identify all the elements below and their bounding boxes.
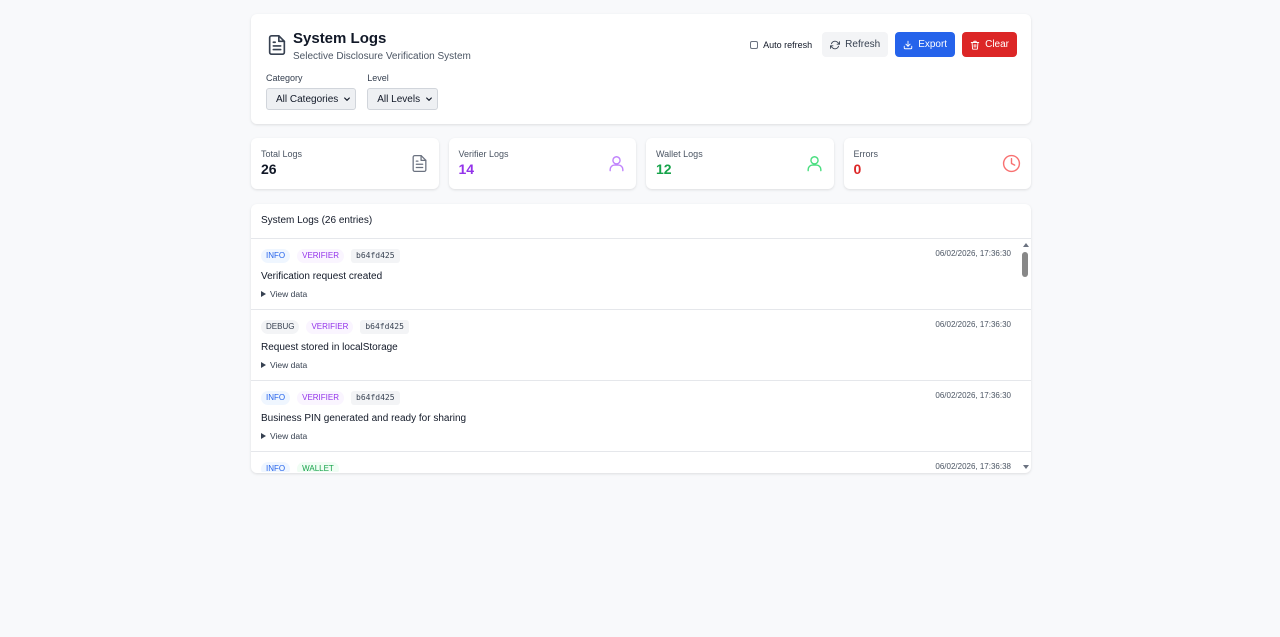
refresh-label: Refresh: [845, 39, 881, 50]
stat-value: 0: [853, 161, 862, 177]
category-badge: VERIFIER: [306, 320, 354, 334]
refresh-button[interactable]: Refresh: [822, 32, 889, 57]
log-message: Request stored in localStorage: [261, 342, 398, 353]
category-select[interactable]: All Categories: [266, 88, 357, 110]
category-badge: WALLET: [297, 462, 339, 472]
stat-total-logs: Total Logs 26: [251, 138, 439, 189]
category-badge: VERIFIER: [297, 249, 345, 263]
stat-label: Wallet Logs: [656, 149, 703, 159]
clear-label: Clear: [985, 39, 1009, 50]
level-badge: INFO: [261, 249, 291, 263]
stat-errors: Errors 0: [843, 138, 1031, 189]
category-badge: VERIFIER: [297, 391, 345, 405]
stat-value: 12: [656, 161, 672, 177]
disclosure-triangle-icon: [261, 433, 266, 439]
log-entry: DEBUG VERIFIER b64fd425 06/02/2026, 17:3…: [251, 310, 1031, 381]
download-icon: [903, 40, 913, 49]
log-list[interactable]: INFO VERIFIER b64fd425 06/02/2026, 17:36…: [251, 239, 1031, 472]
log-list-heading: System Logs (26 entries): [251, 204, 1031, 239]
category-value: All Categories: [276, 93, 339, 105]
log-list-card: System Logs (26 entries) INFO VERIFIER b…: [251, 204, 1031, 473]
level-badge: DEBUG: [261, 320, 300, 334]
view-data-toggle[interactable]: View data: [261, 360, 1011, 370]
stats-row: Total Logs 26 Verifier Logs 14 Wallet Lo…: [251, 138, 1031, 189]
export-label: Export: [918, 39, 948, 50]
category-filter: Category All Categories: [266, 73, 357, 110]
view-data-label: View data: [270, 289, 308, 299]
level-badge: INFO: [261, 391, 291, 405]
level-badge: INFO: [261, 462, 291, 472]
session-id-badge: b64fd425: [351, 249, 400, 263]
document-icon: [268, 35, 286, 55]
level-filter: Level All Levels: [367, 73, 439, 110]
page-subtitle: Selective Disclosure Verification System: [293, 51, 471, 62]
refresh-icon: [830, 40, 841, 49]
trash-icon: [970, 40, 980, 50]
disclosure-triangle-icon: [261, 291, 266, 297]
chevron-down-icon: [426, 97, 432, 101]
filters: Category All Categories Level All Levels: [266, 73, 1016, 110]
scroll-up-arrow-icon[interactable]: [1023, 243, 1029, 247]
auto-refresh-label: Auto refresh: [763, 39, 813, 50]
user-icon: [806, 156, 822, 172]
page-title: System Logs: [293, 30, 387, 47]
log-list-scrollbar[interactable]: [1021, 239, 1031, 473]
stat-wallet-logs: Wallet Logs 12: [646, 138, 834, 189]
disclosure-triangle-icon: [261, 362, 266, 368]
stat-value: 14: [458, 161, 475, 177]
view-data-toggle[interactable]: View data: [261, 289, 1011, 299]
header-card: System Logs Selective Disclosure Verific…: [251, 14, 1031, 124]
level-value: All Levels: [377, 93, 421, 105]
log-timestamp: 06/02/2026, 17:36:30: [935, 249, 1011, 258]
log-timestamp: 06/02/2026, 17:36:30: [935, 320, 1011, 329]
log-message: Business PIN generated and ready for sha…: [261, 413, 467, 424]
view-data-toggle[interactable]: View data: [261, 431, 1011, 441]
clear-button[interactable]: Clear: [962, 32, 1017, 57]
log-entry: INFO WALLET 06/02/2026, 17:36:38: [251, 452, 1031, 472]
scroll-down-arrow-icon[interactable]: [1023, 465, 1029, 469]
clock-icon: [1002, 154, 1021, 173]
scroll-thumb[interactable]: [1022, 252, 1028, 277]
stat-verifier-logs: Verifier Logs 14: [448, 138, 636, 189]
stat-label: Errors: [853, 149, 879, 159]
stat-value: 26: [261, 161, 277, 177]
export-button[interactable]: Export: [895, 32, 956, 57]
user-icon: [609, 156, 624, 172]
auto-refresh-checkbox[interactable]: [750, 40, 759, 49]
document-icon: [412, 154, 426, 173]
log-entry: INFO VERIFIER b64fd425 06/02/2026, 17:36…: [251, 381, 1031, 452]
stat-label: Verifier Logs: [458, 149, 509, 159]
logs-page: System Logs Selective Disclosure Verific…: [251, 14, 1031, 473]
level-select[interactable]: All Levels: [367, 88, 439, 110]
view-data-label: View data: [270, 360, 308, 370]
chevron-down-icon: [344, 97, 351, 101]
category-label: Category: [266, 73, 303, 83]
level-label: Level: [367, 73, 389, 83]
session-id-badge: b64fd425: [351, 391, 400, 405]
log-entry: INFO VERIFIER b64fd425 06/02/2026, 17:36…: [251, 239, 1031, 310]
view-data-label: View data: [270, 431, 308, 441]
session-id-badge: b64fd425: [360, 320, 409, 334]
log-timestamp: 06/02/2026, 17:36:30: [935, 391, 1011, 400]
log-timestamp: 06/02/2026, 17:36:38: [935, 462, 1011, 471]
log-message: Verification request created: [261, 271, 383, 282]
auto-refresh-toggle[interactable]: Auto refresh: [750, 40, 812, 50]
header-actions: Auto refresh Refresh Export Clear: [750, 32, 1017, 57]
stat-label: Total Logs: [261, 149, 303, 159]
